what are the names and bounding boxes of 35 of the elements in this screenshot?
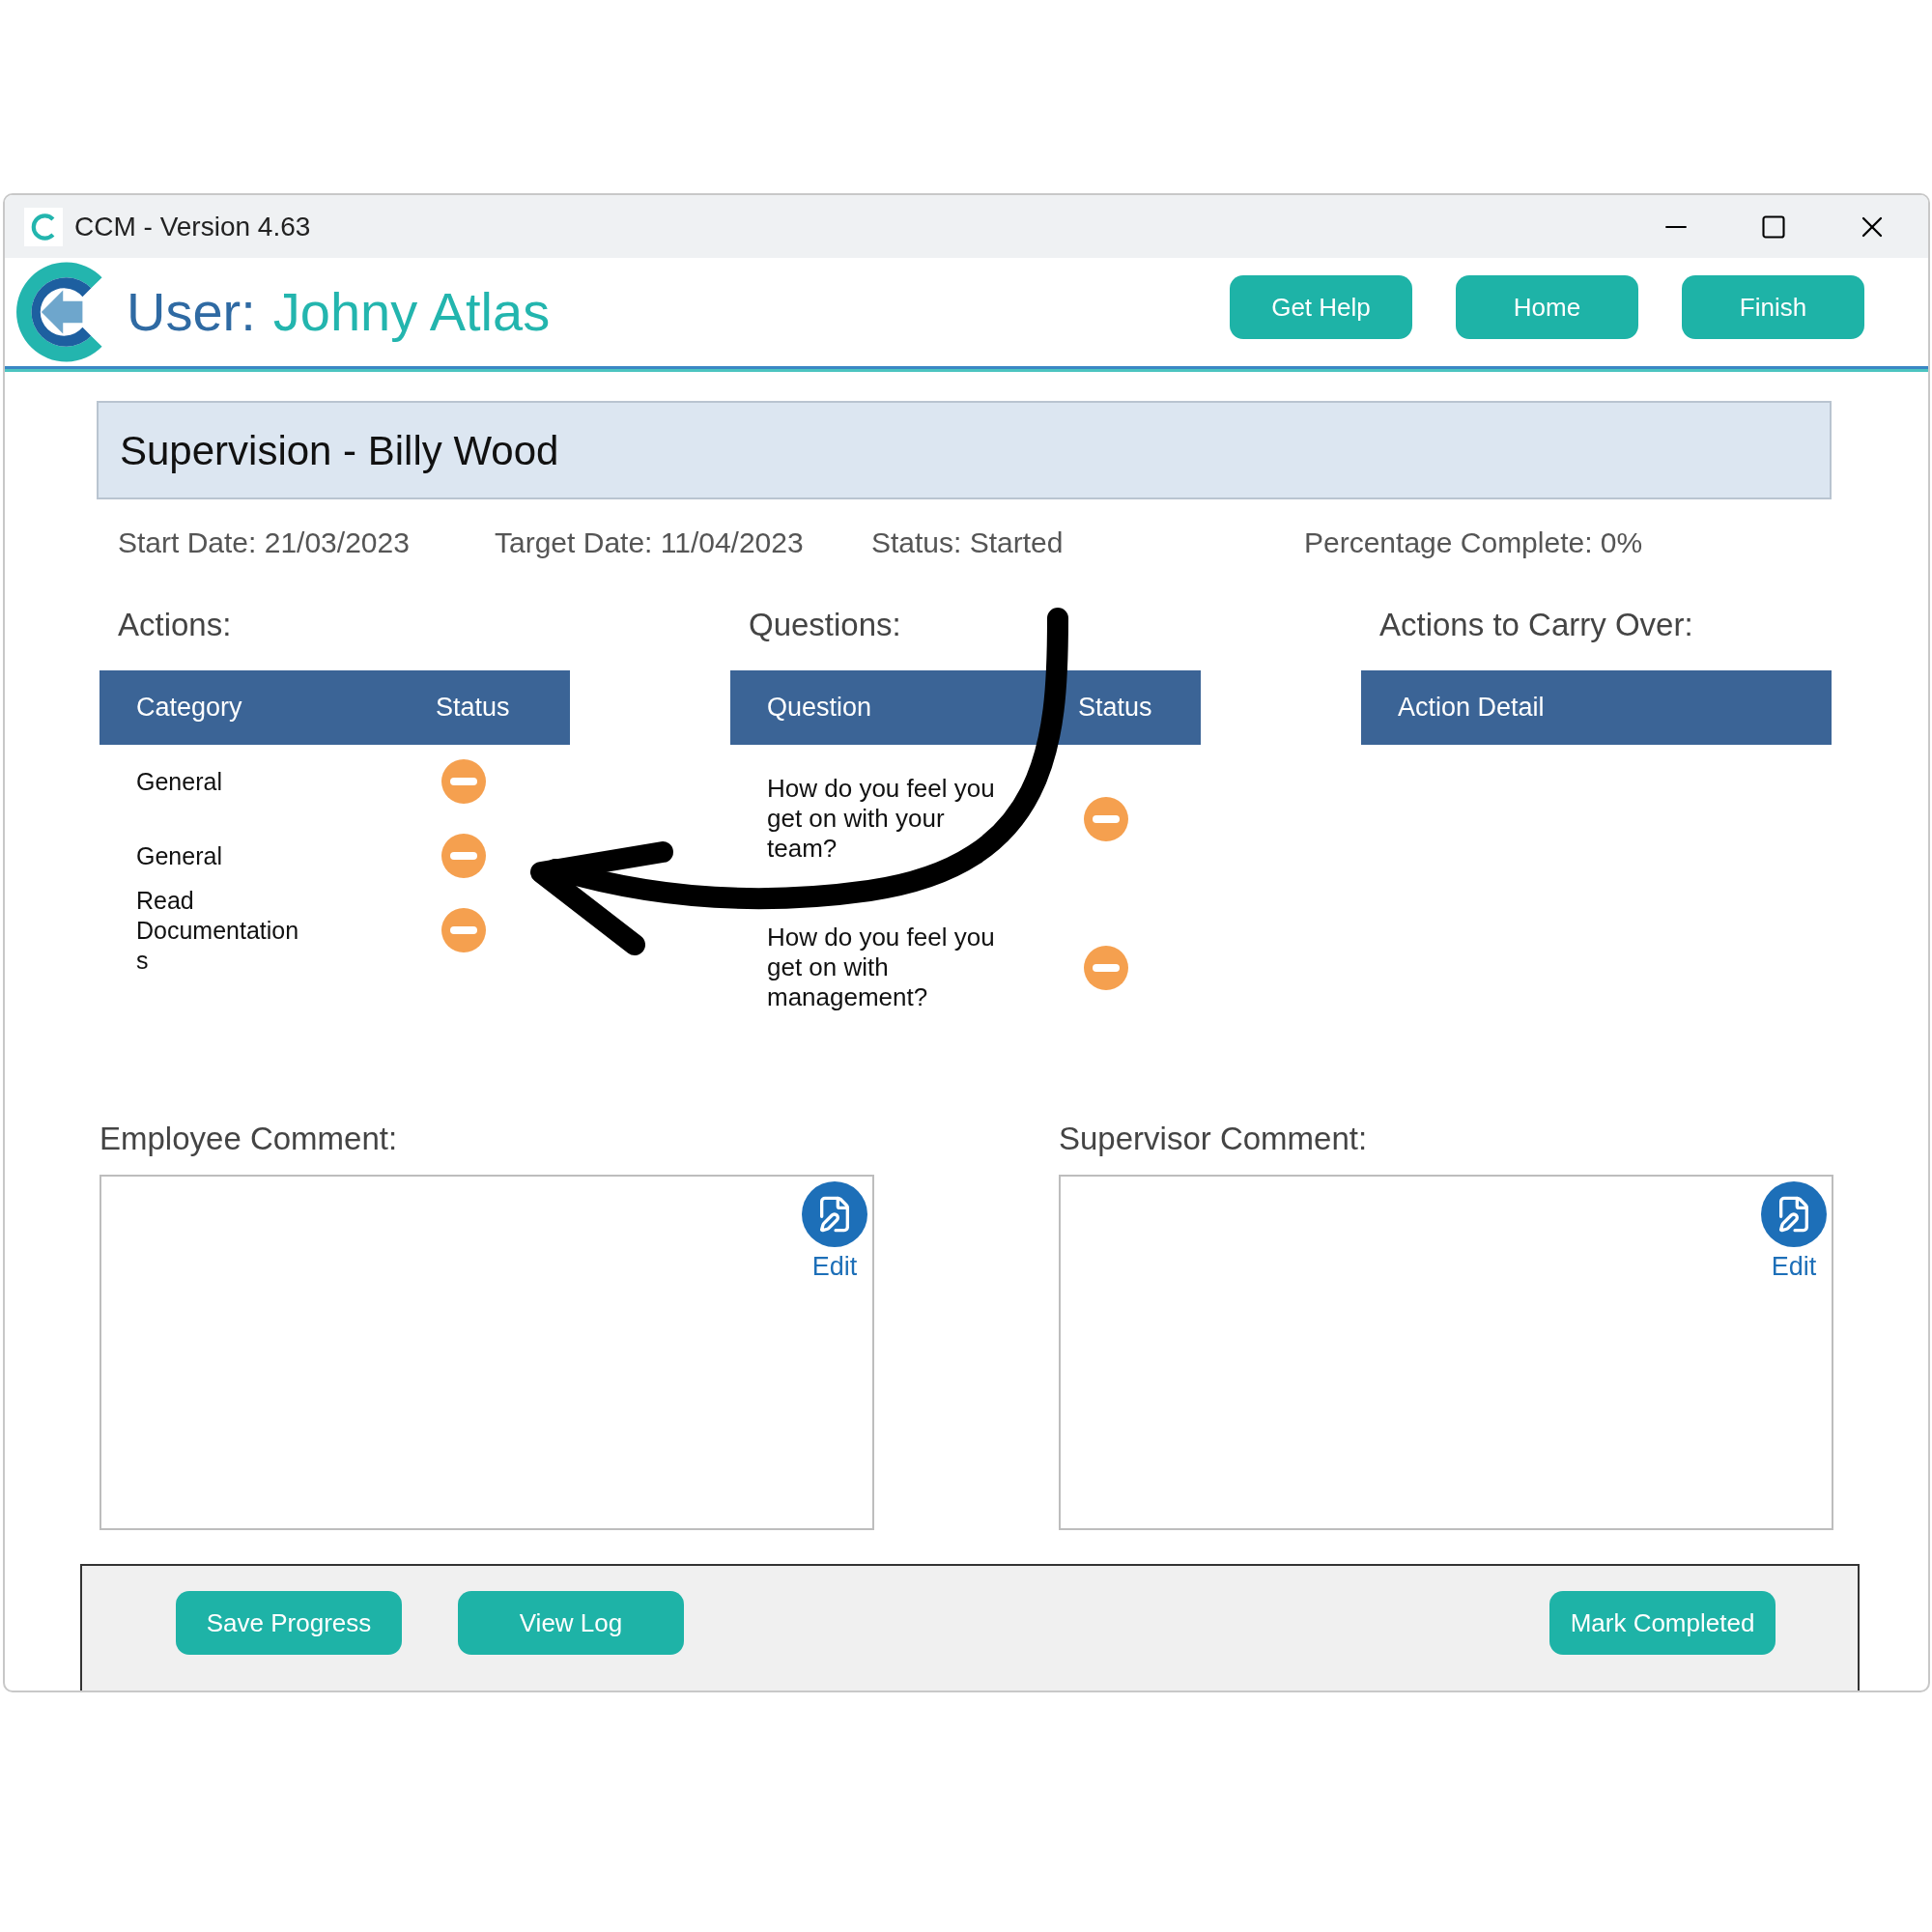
table-cell-text: Read Documentations [136, 885, 300, 976]
table-cell-text: General [136, 840, 223, 871]
column-header: Category [136, 692, 243, 724]
column-header: Status [1078, 692, 1152, 724]
edit-button[interactable]: Edit [802, 1180, 867, 1287]
comment-label: Supervisor Comment: [1059, 1120, 1369, 1159]
column-header: Question [767, 692, 873, 724]
action-button[interactable]: Mark Completed [1549, 1591, 1776, 1656]
table-cell-text: How do you feel you get on with management? [767, 923, 996, 1013]
section-title: Actions: [117, 606, 233, 645]
app-icon [24, 207, 63, 246]
action-button[interactable]: View Log [458, 1591, 684, 1656]
comment-box[interactable]: Edit [99, 1174, 874, 1530]
info-text: Target Date: 11/04/2023 [495, 526, 805, 561]
edit-button[interactable]: Edit [1761, 1180, 1827, 1287]
info-text: Start Date: 21/03/2023 [118, 526, 411, 561]
comment-label: Employee Comment: [99, 1120, 399, 1159]
maximize-icon[interactable] [1760, 213, 1787, 241]
section-title: Actions to Carry Over: [1378, 606, 1694, 645]
comment-box[interactable]: Edit [1059, 1174, 1833, 1530]
info-text: Status: Started [871, 526, 1065, 561]
window-title: CCM - Version 4.63 [74, 210, 311, 243]
action-button[interactable]: Home [1456, 275, 1638, 340]
section-title: Questions: [748, 606, 902, 645]
table-cell-text: How do you feel you get on with your team? [767, 774, 996, 865]
banner-title: Supervision - Billy Wood [120, 426, 559, 475]
user-label: User: [127, 280, 256, 345]
table-cell-text: General [136, 766, 223, 797]
action-button[interactable]: Save Progress [176, 1591, 402, 1656]
user-name: Johny Atlas [272, 280, 551, 345]
column-header: Action Detail [1398, 692, 1545, 724]
action-button[interactable]: Get Help [1230, 275, 1412, 340]
column-header: Status [436, 692, 510, 724]
info-text: Percentage Complete: 0% [1304, 526, 1643, 561]
action-button[interactable]: Finish [1682, 275, 1864, 340]
